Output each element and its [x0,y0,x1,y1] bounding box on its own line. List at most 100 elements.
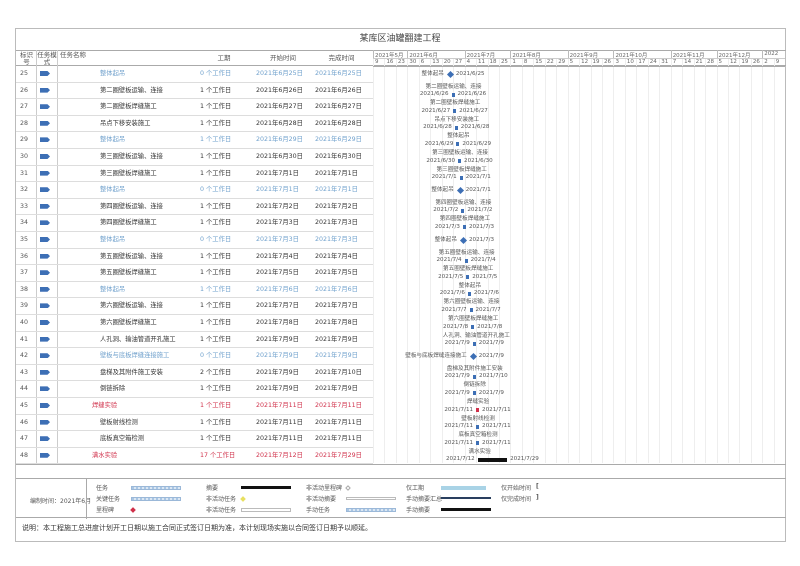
task-start[interactable]: 2021年7月3日 [256,232,299,247]
task-finish[interactable]: 2021年7月9日 [315,348,358,363]
milestone-marker[interactable] [456,187,464,195]
task-start[interactable]: 2021年7月1日 [256,166,299,181]
header-id[interactable]: 标识号 [17,52,36,66]
task-finish[interactable]: 2021年7月11日 [315,431,362,446]
task-finish[interactable]: 2021年7月1日 [315,166,358,181]
table-row[interactable]: 36 第五圈壁板运输、连接 1 个工作日 2021年7月4日 2021年7月4日 [16,249,373,266]
task-name[interactable]: 壁板射线检测 [100,415,138,430]
task-bar[interactable] [472,341,476,346]
task-start[interactable]: 2021年6月28日 [256,116,303,131]
task-finish[interactable]: 2021年7月1日 [315,182,358,197]
task-start[interactable]: 2021年6月30日 [256,149,303,164]
task-finish[interactable]: 2021年6月27日 [315,99,362,114]
task-name[interactable]: 整体起吊 [100,182,125,197]
task-finish[interactable]: 2021年7月29日 [315,448,362,463]
table-row[interactable]: 33 第四圈壁板运输、连接 1 个工作日 2021年7月2日 2021年7月2日 [16,199,373,216]
task-finish[interactable]: 2021年7月10日 [315,365,362,380]
table-row[interactable]: 48 满水实验 17 个工作日 2021年7月12日 2021年7月29日 [16,448,373,465]
task-name[interactable]: 第二圈壁板焊缝施工 [100,99,157,114]
table-row[interactable]: 26 第二圈壁板运输、连接 1 个工作日 2021年6月26日 2021年6月26日 [16,83,373,100]
task-bar[interactable] [454,125,458,130]
table-row[interactable]: 35 整体起吊 0 个工作日 2021年7月3日 2021年7月3日 [16,232,373,249]
task-duration[interactable]: 1 个工作日 [200,132,231,147]
task-name[interactable]: 第五圈壁板焊缝施工 [100,265,157,280]
task-duration[interactable]: 0 个工作日 [200,232,231,247]
task-start[interactable]: 2021年6月27日 [256,99,303,114]
task-start[interactable]: 2021年7月11日 [256,415,303,430]
task-finish[interactable]: 2021年6月26日 [315,83,362,98]
task-duration[interactable]: 1 个工作日 [200,265,231,280]
task-duration[interactable]: 1 个工作日 [200,149,231,164]
task-start[interactable]: 2021年7月3日 [256,215,299,230]
header-mode[interactable]: 任务模式 [37,52,57,66]
task-start[interactable]: 2021年7月2日 [256,199,299,214]
table-row[interactable]: 47 底板真空箱检测 1 个工作日 2021年7月11日 2021年7月11日 [16,431,373,448]
task-duration[interactable]: 1 个工作日 [200,282,231,297]
task-bar[interactable] [453,109,457,114]
task-finish[interactable]: 2021年7月3日 [315,232,358,247]
task-start[interactable]: 2021年7月1日 [256,182,299,197]
task-name[interactable]: 整体起吊 [100,282,125,297]
task-start[interactable]: 2021年7月8日 [256,315,299,330]
task-name[interactable]: 第五圈壁板运输、连接 [100,249,163,264]
task-name[interactable]: 焊缝实验 [92,398,117,413]
task-start[interactable]: 2021年7月9日 [256,365,299,380]
task-finish[interactable]: 2021年7月6日 [315,282,358,297]
task-duration[interactable]: 1 个工作日 [200,116,231,131]
table-row[interactable]: 29 整体起吊 1 个工作日 2021年6月29日 2021年6月29日 [16,132,373,149]
table-row[interactable]: 39 第六圈壁板运输、连接 1 个工作日 2021年7月7日 2021年7月7日 [16,298,373,315]
task-bar[interactable] [461,208,465,213]
table-row[interactable]: 34 第四圈壁板焊缝施工 1 个工作日 2021年7月3日 2021年7月3日 [16,215,373,232]
task-duration[interactable]: 1 个工作日 [200,332,231,347]
task-bar[interactable] [462,225,466,230]
task-finish[interactable]: 2021年7月11日 [315,415,362,430]
table-row[interactable]: 30 第三圈壁板运输、连接 1 个工作日 2021年6月30日 2021年6月30日 [16,149,373,166]
task-finish[interactable]: 2021年6月29日 [315,132,362,147]
task-finish[interactable]: 2021年6月30日 [315,149,362,164]
task-bar[interactable] [472,391,476,396]
task-duration[interactable]: 0 个工作日 [200,182,231,197]
task-duration[interactable]: 17 个工作日 [200,448,235,463]
task-name[interactable]: 整体起吊 [100,66,125,81]
task-bar[interactable] [476,441,480,446]
task-name[interactable]: 吊点下移安装施工 [100,116,150,131]
task-start[interactable]: 2021年7月9日 [256,332,299,347]
task-start[interactable]: 2021年7月7日 [256,298,299,313]
task-duration[interactable]: 1 个工作日 [200,166,231,181]
task-start[interactable]: 2021年7月4日 [256,249,299,264]
task-bar[interactable] [476,408,480,412]
task-duration[interactable]: 1 个工作日 [200,83,231,98]
table-row[interactable]: 46 壁板射线检测 1 个工作日 2021年7月11日 2021年7月11日 [16,415,373,432]
task-bar[interactable] [458,159,462,163]
task-duration[interactable]: 1 个工作日 [200,199,231,214]
task-start[interactable]: 2021年6月26日 [256,83,303,98]
task-finish[interactable]: 2021年6月25日 [315,66,362,81]
header-finish[interactable]: 完成时间 [312,55,371,62]
table-row[interactable]: 27 第二圈壁板焊缝施工 1 个工作日 2021年6月27日 2021年6月27日 [16,99,373,116]
task-name[interactable]: 整体起吊 [100,132,125,147]
header-duration[interactable]: 工期 [194,55,254,62]
table-row[interactable]: 40 第六圈壁板焊缝施工 1 个工作日 2021年7月8日 2021年7月8日 [16,315,373,332]
table-row[interactable]: 45 焊缝实验 1 个工作日 2021年7月11日 2021年7月11日 [16,398,373,415]
task-bar[interactable] [472,374,477,379]
task-duration[interactable]: 1 个工作日 [200,315,231,330]
task-start[interactable]: 2021年7月11日 [256,398,303,413]
task-name[interactable]: 人孔洞、输油管道开孔施工 [100,332,176,347]
task-bar[interactable] [469,308,473,313]
table-row[interactable]: 37 第五圈壁板焊缝施工 1 个工作日 2021年7月5日 2021年7月5日 [16,265,373,282]
task-start[interactable]: 2021年7月12日 [256,448,303,463]
task-name[interactable]: 满水实验 [92,448,117,463]
table-row[interactable]: 44 倒链拆除 1 个工作日 2021年7月9日 2021年7月9日 [16,381,373,398]
task-name[interactable]: 第六圈壁板运输、连接 [100,298,163,313]
task-start[interactable]: 2021年6月29日 [256,132,303,147]
table-row[interactable]: 43 盘梯及其附件施工安装 2 个工作日 2021年7月9日 2021年7月10日 [16,365,373,382]
task-start[interactable]: 2021年7月5日 [256,265,299,280]
task-finish[interactable]: 2021年7月3日 [315,215,358,230]
task-bar[interactable] [476,424,480,429]
task-name[interactable]: 第四圈壁板运输、连接 [100,199,163,214]
task-name[interactable]: 第四圈壁板焊缝施工 [100,215,157,230]
task-duration[interactable]: 0 个工作日 [200,66,231,81]
milestone-marker[interactable] [459,236,467,245]
task-name[interactable]: 第三圈壁板焊缝施工 [100,166,157,181]
task-duration[interactable]: 1 个工作日 [200,431,231,446]
